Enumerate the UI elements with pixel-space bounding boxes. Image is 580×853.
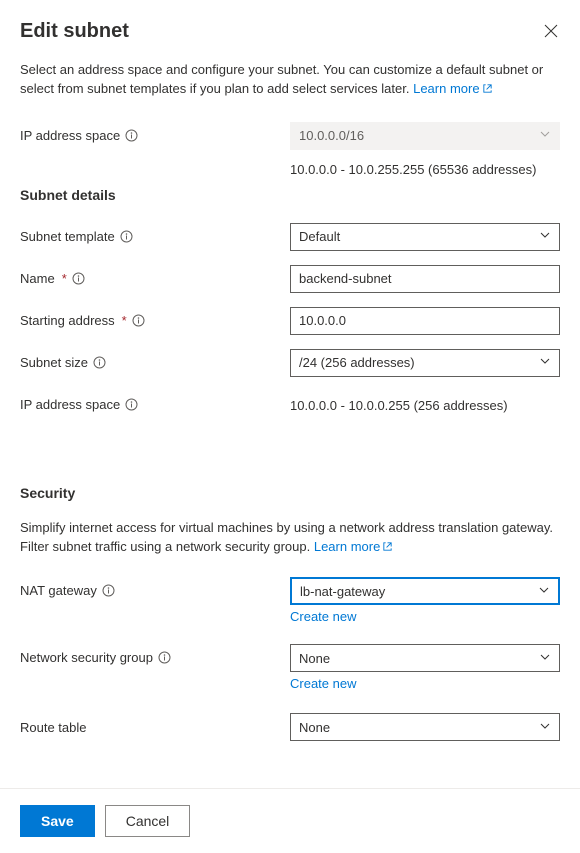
close-button[interactable] [544, 24, 560, 40]
starting-address-label: Starting address [20, 313, 115, 328]
panel-title: Edit subnet [20, 20, 129, 43]
close-icon [544, 24, 558, 38]
nsg-select[interactable]: None [290, 644, 560, 672]
subnet-template-select[interactable]: Default [290, 223, 560, 251]
route-select[interactable]: None [290, 713, 560, 741]
chevron-down-icon [539, 355, 551, 370]
nat-value: lb-nat-gateway [300, 584, 385, 599]
security-desc-body: Simplify internet access for virtual mac… [20, 520, 553, 554]
info-icon[interactable] [132, 314, 145, 327]
nsg-create-new-link[interactable]: Create new [290, 676, 560, 691]
footer: Save Cancel [0, 788, 580, 853]
info-icon[interactable] [120, 230, 133, 243]
nat-label: NAT gateway [20, 583, 97, 598]
route-value: None [299, 720, 330, 735]
security-learn-more-link[interactable]: Learn more [314, 539, 393, 554]
route-label: Route table [20, 720, 87, 735]
name-input[interactable] [290, 265, 560, 293]
nat-select[interactable]: lb-nat-gateway [290, 577, 560, 605]
chevron-down-icon [538, 584, 550, 599]
subnet-size-value: /24 (256 addresses) [299, 355, 415, 370]
save-button[interactable]: Save [20, 805, 95, 837]
security-heading: Security [20, 485, 560, 501]
info-icon[interactable] [102, 584, 115, 597]
info-icon[interactable] [72, 272, 85, 285]
external-link-icon [382, 539, 393, 558]
chevron-down-icon [539, 128, 551, 143]
chevron-down-icon [539, 720, 551, 735]
subnet-template-value: Default [299, 229, 340, 244]
ip-space-label: IP address space [20, 128, 120, 143]
nat-create-new-link[interactable]: Create new [290, 609, 560, 624]
ip-space-value: 10.0.0.0/16 [299, 128, 364, 143]
info-icon[interactable] [158, 651, 171, 664]
info-icon[interactable] [125, 398, 138, 411]
nsg-label: Network security group [20, 650, 153, 665]
external-link-icon [482, 81, 493, 100]
chevron-down-icon [539, 229, 551, 244]
name-label: Name [20, 271, 55, 286]
ip-space-range: 10.0.0.0 - 10.0.255.255 (65536 addresses… [290, 160, 560, 177]
intro-text: Select an address space and configure yo… [20, 61, 560, 100]
intro-learn-more-link[interactable]: Learn more [413, 81, 492, 96]
ip-result-value: 10.0.0.0 - 10.0.0.255 (256 addresses) [290, 396, 560, 413]
security-description: Simplify internet access for virtual mac… [20, 519, 560, 558]
nsg-value: None [299, 651, 330, 666]
ip-result-label: IP address space [20, 397, 120, 412]
info-icon[interactable] [93, 356, 106, 369]
required-indicator: * [62, 271, 67, 286]
subnet-size-label: Subnet size [20, 355, 88, 370]
ip-space-select: 10.0.0.0/16 [290, 122, 560, 150]
cancel-button[interactable]: Cancel [105, 805, 191, 837]
required-indicator: * [122, 313, 127, 328]
subnet-size-select[interactable]: /24 (256 addresses) [290, 349, 560, 377]
info-icon[interactable] [125, 129, 138, 142]
subnet-details-heading: Subnet details [20, 187, 560, 203]
starting-address-input[interactable] [290, 307, 560, 335]
subnet-template-label: Subnet template [20, 229, 115, 244]
chevron-down-icon [539, 651, 551, 666]
